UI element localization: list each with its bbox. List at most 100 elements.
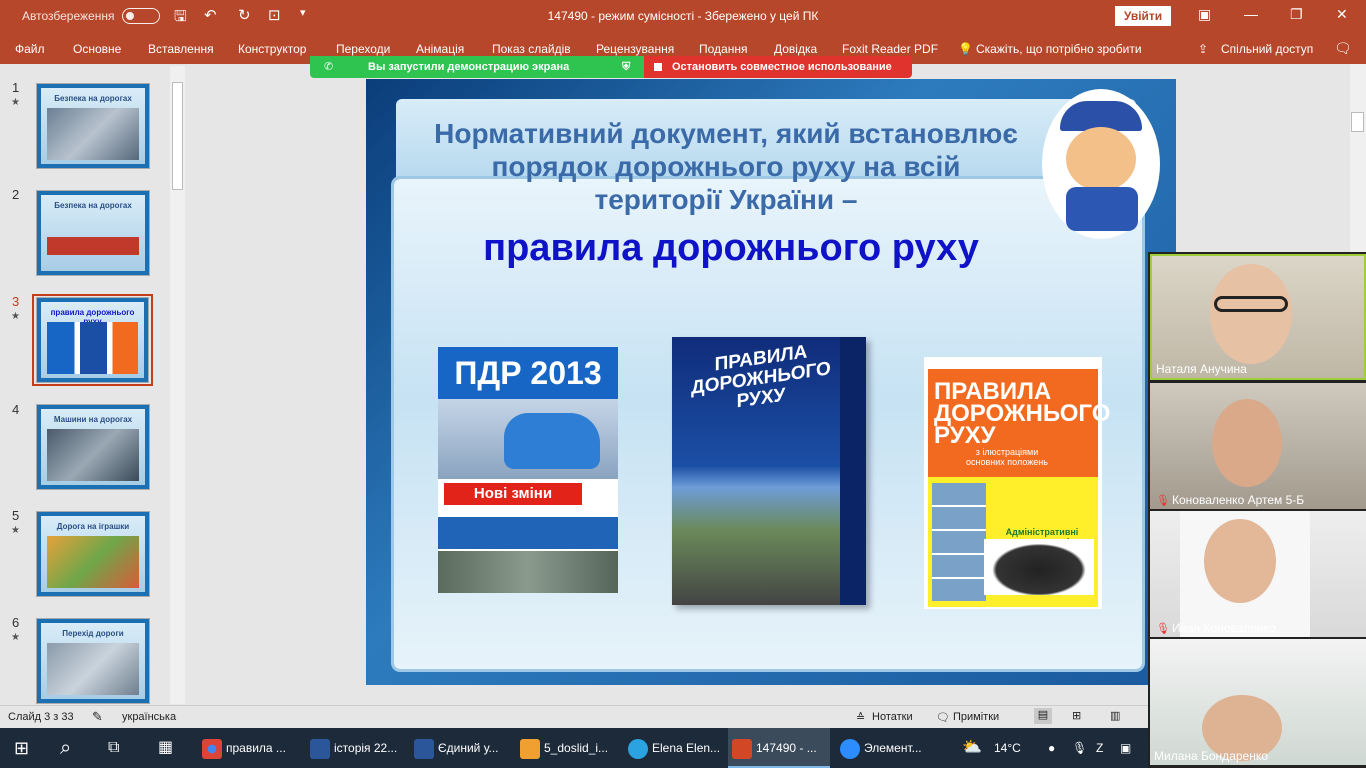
- canvas-scroll-thumb[interactable]: [1351, 112, 1364, 132]
- stop-sharing-button[interactable]: Остановить совместное использование: [644, 56, 912, 78]
- spellcheck-icon[interactable]: ✎: [92, 709, 103, 725]
- zoom-icon: [840, 738, 860, 759]
- phone-icon: ✆: [324, 61, 334, 73]
- powerpoint-icon: [732, 738, 752, 759]
- tab-view[interactable]: Подання: [699, 42, 747, 56]
- language-indicator[interactable]: українська: [122, 711, 176, 723]
- participant-tile[interactable]: Наталя Анучина: [1150, 254, 1366, 380]
- mascot-face: [1066, 127, 1136, 191]
- tell-me-box[interactable]: Скажіть, що потрібно зробити: [976, 42, 1142, 56]
- chrome-icon: [202, 738, 222, 759]
- book2-title: ПРАВИЛА ДОРОЖНЬОГО РУХУ: [691, 341, 831, 413]
- taskbar-telegram[interactable]: Elena Elen...: [624, 728, 724, 768]
- tab-home[interactable]: Основне: [73, 42, 121, 56]
- thumb-title: Перехід дороги: [62, 629, 124, 638]
- taskbar-powerpoint[interactable]: 147490 - ...: [728, 728, 830, 768]
- slide-thumbnail-4[interactable]: Машини на дорогах: [36, 404, 150, 490]
- weather-temperature[interactable]: 14°C: [994, 728, 1021, 768]
- slide-thumbnail-1[interactable]: Безпека на дорогах: [36, 83, 150, 169]
- tab-design[interactable]: Конструктор: [238, 42, 306, 56]
- animation-star-icon: ★: [11, 311, 20, 322]
- restore-icon[interactable]: ❐: [1290, 6, 1303, 23]
- slide-number: 5: [12, 508, 20, 523]
- task-label: Elena Elen...: [652, 741, 721, 755]
- windows-taskbar: ⊞ ⌕ ⧉ ▦ правила ... історія 22... Єдиний…: [0, 728, 1148, 768]
- stop-icon: [654, 63, 662, 71]
- status-bar: Слайд 3 з 33 ✎ українська ≙ Нотатки 🗨 Пр…: [0, 705, 1148, 728]
- slide-counter: Слайд 3 з 33: [8, 711, 74, 723]
- muted-mic-icon: 🎙: [1156, 495, 1170, 507]
- participant-name: Милана Бондаренко: [1154, 749, 1268, 763]
- tray-telegram-icon[interactable]: ●: [1048, 728, 1055, 768]
- tray-app-icon[interactable]: ▣: [1120, 728, 1131, 768]
- slide-sorter-icon[interactable]: ⊞: [1072, 709, 1081, 722]
- animation-star-icon: ★: [11, 525, 20, 536]
- taskbar-chrome[interactable]: правила ...: [198, 728, 298, 768]
- word-icon: [310, 738, 330, 759]
- muted-mic-icon: 🎙: [1156, 623, 1170, 635]
- tab-animations[interactable]: Анімація: [416, 42, 464, 56]
- tray-mic-icon[interactable]: 🎙: [1072, 728, 1087, 768]
- participant-name: Иван Коноваленко: [1172, 621, 1276, 635]
- thumbnails-scroll-thumb[interactable]: [172, 82, 183, 190]
- book1-banner: Нові зміни: [444, 483, 582, 505]
- participant-name: Наталя Анучина: [1156, 362, 1247, 376]
- book3-cover-top: ПРАВИЛА ДОРОЖНЬОГО РУХУ з ілюстраціями о…: [928, 369, 1111, 477]
- slide-thumbnail-5[interactable]: Дорога на іграшки: [36, 511, 150, 597]
- normal-view-icon[interactable]: ▤: [1034, 708, 1052, 724]
- glasses-shape: [1214, 296, 1288, 312]
- taskbar-zoom[interactable]: Элемент...: [836, 728, 936, 768]
- slide-number: 3: [12, 294, 20, 309]
- slide-number: 6: [12, 615, 20, 630]
- tab-review[interactable]: Рецензування: [596, 42, 674, 56]
- comments-button[interactable]: Примітки: [953, 711, 999, 723]
- comments-icon[interactable]: 🗨: [1334, 40, 1352, 57]
- participant-tile[interactable]: Милана Бондаренко: [1150, 639, 1366, 765]
- participant-face: [1204, 519, 1276, 603]
- thumb-title: Дорога на іграшки: [56, 522, 130, 531]
- minimize-icon[interactable]: —: [1244, 6, 1258, 22]
- tab-foxit[interactable]: Foxit Reader PDF: [842, 42, 938, 56]
- tab-insert[interactable]: Вставлення: [148, 42, 214, 56]
- notes-button[interactable]: Нотатки: [872, 711, 913, 723]
- tray-zoom-icon[interactable]: Z: [1096, 728, 1103, 768]
- slide-thumbnail-6[interactable]: Перехід дороги: [36, 618, 150, 704]
- windows-start-icon[interactable]: ⊞: [14, 728, 29, 768]
- search-icon[interactable]: ⌕: [60, 728, 71, 768]
- book3-subtitle: з ілюстраціями основних положень: [966, 447, 1048, 467]
- close-icon[interactable]: ✕: [1336, 6, 1348, 23]
- task-view-icon[interactable]: ⧉: [108, 728, 119, 768]
- participant-video: [1210, 264, 1292, 364]
- ribbon-display-icon[interactable]: ▣: [1198, 6, 1211, 23]
- comments-icon: 🗨: [936, 712, 950, 724]
- thumb-title: Безпека на дорогах: [54, 201, 132, 210]
- slide-thumbnail-3[interactable]: правила дорожнього руху: [36, 297, 149, 383]
- animation-star-icon: ★: [11, 97, 20, 108]
- book3-title: ПРАВИЛА ДОРОЖНЬОГО РУХУ: [934, 378, 1111, 449]
- signin-button[interactable]: Увійти: [1115, 6, 1171, 26]
- book1-car-picture: [438, 399, 618, 479]
- shield-icon: ⛨: [622, 61, 631, 73]
- calculator-icon[interactable]: ▦: [158, 728, 173, 768]
- slide-number: 1: [12, 80, 20, 95]
- tab-file[interactable]: Файл: [15, 42, 45, 56]
- screen-share-status: ✆ Вы запустили демонстрацию экрана ⛨: [310, 56, 644, 78]
- taskbar-presentation[interactable]: 5_doslid_i...: [516, 728, 618, 768]
- share-button[interactable]: Спільний доступ: [1221, 42, 1313, 56]
- participant-tile[interactable]: 🎙 Коноваленко Артем 5-Б: [1150, 383, 1366, 509]
- taskbar-word-1[interactable]: історія 22...: [306, 728, 406, 768]
- title-bar: Автозбереження 🖫 ↶ ↻ ⊡ ▾ 147490 - режим …: [0, 0, 1366, 33]
- canvas-scrollbar[interactable]: [1350, 64, 1366, 254]
- book3-illustrations: [932, 483, 986, 601]
- reading-view-icon[interactable]: ▥: [1110, 709, 1120, 722]
- participant-tile[interactable]: 🎙 Иван Коноваленко: [1150, 511, 1366, 637]
- tab-slideshow[interactable]: Показ слайдів: [492, 42, 571, 56]
- book3-car-picture: [984, 539, 1094, 595]
- task-label: Элемент...: [864, 741, 922, 755]
- slide-thumbnail-2[interactable]: Безпека на дорогах: [36, 190, 150, 276]
- tab-transitions[interactable]: Переходи: [336, 42, 390, 56]
- current-slide[interactable]: Нормативний документ, який встановлює по…: [366, 79, 1176, 685]
- tab-help[interactable]: Довідка: [774, 42, 817, 56]
- taskbar-word-2[interactable]: Єдиний у...: [410, 728, 510, 768]
- task-label: правила ...: [226, 741, 286, 755]
